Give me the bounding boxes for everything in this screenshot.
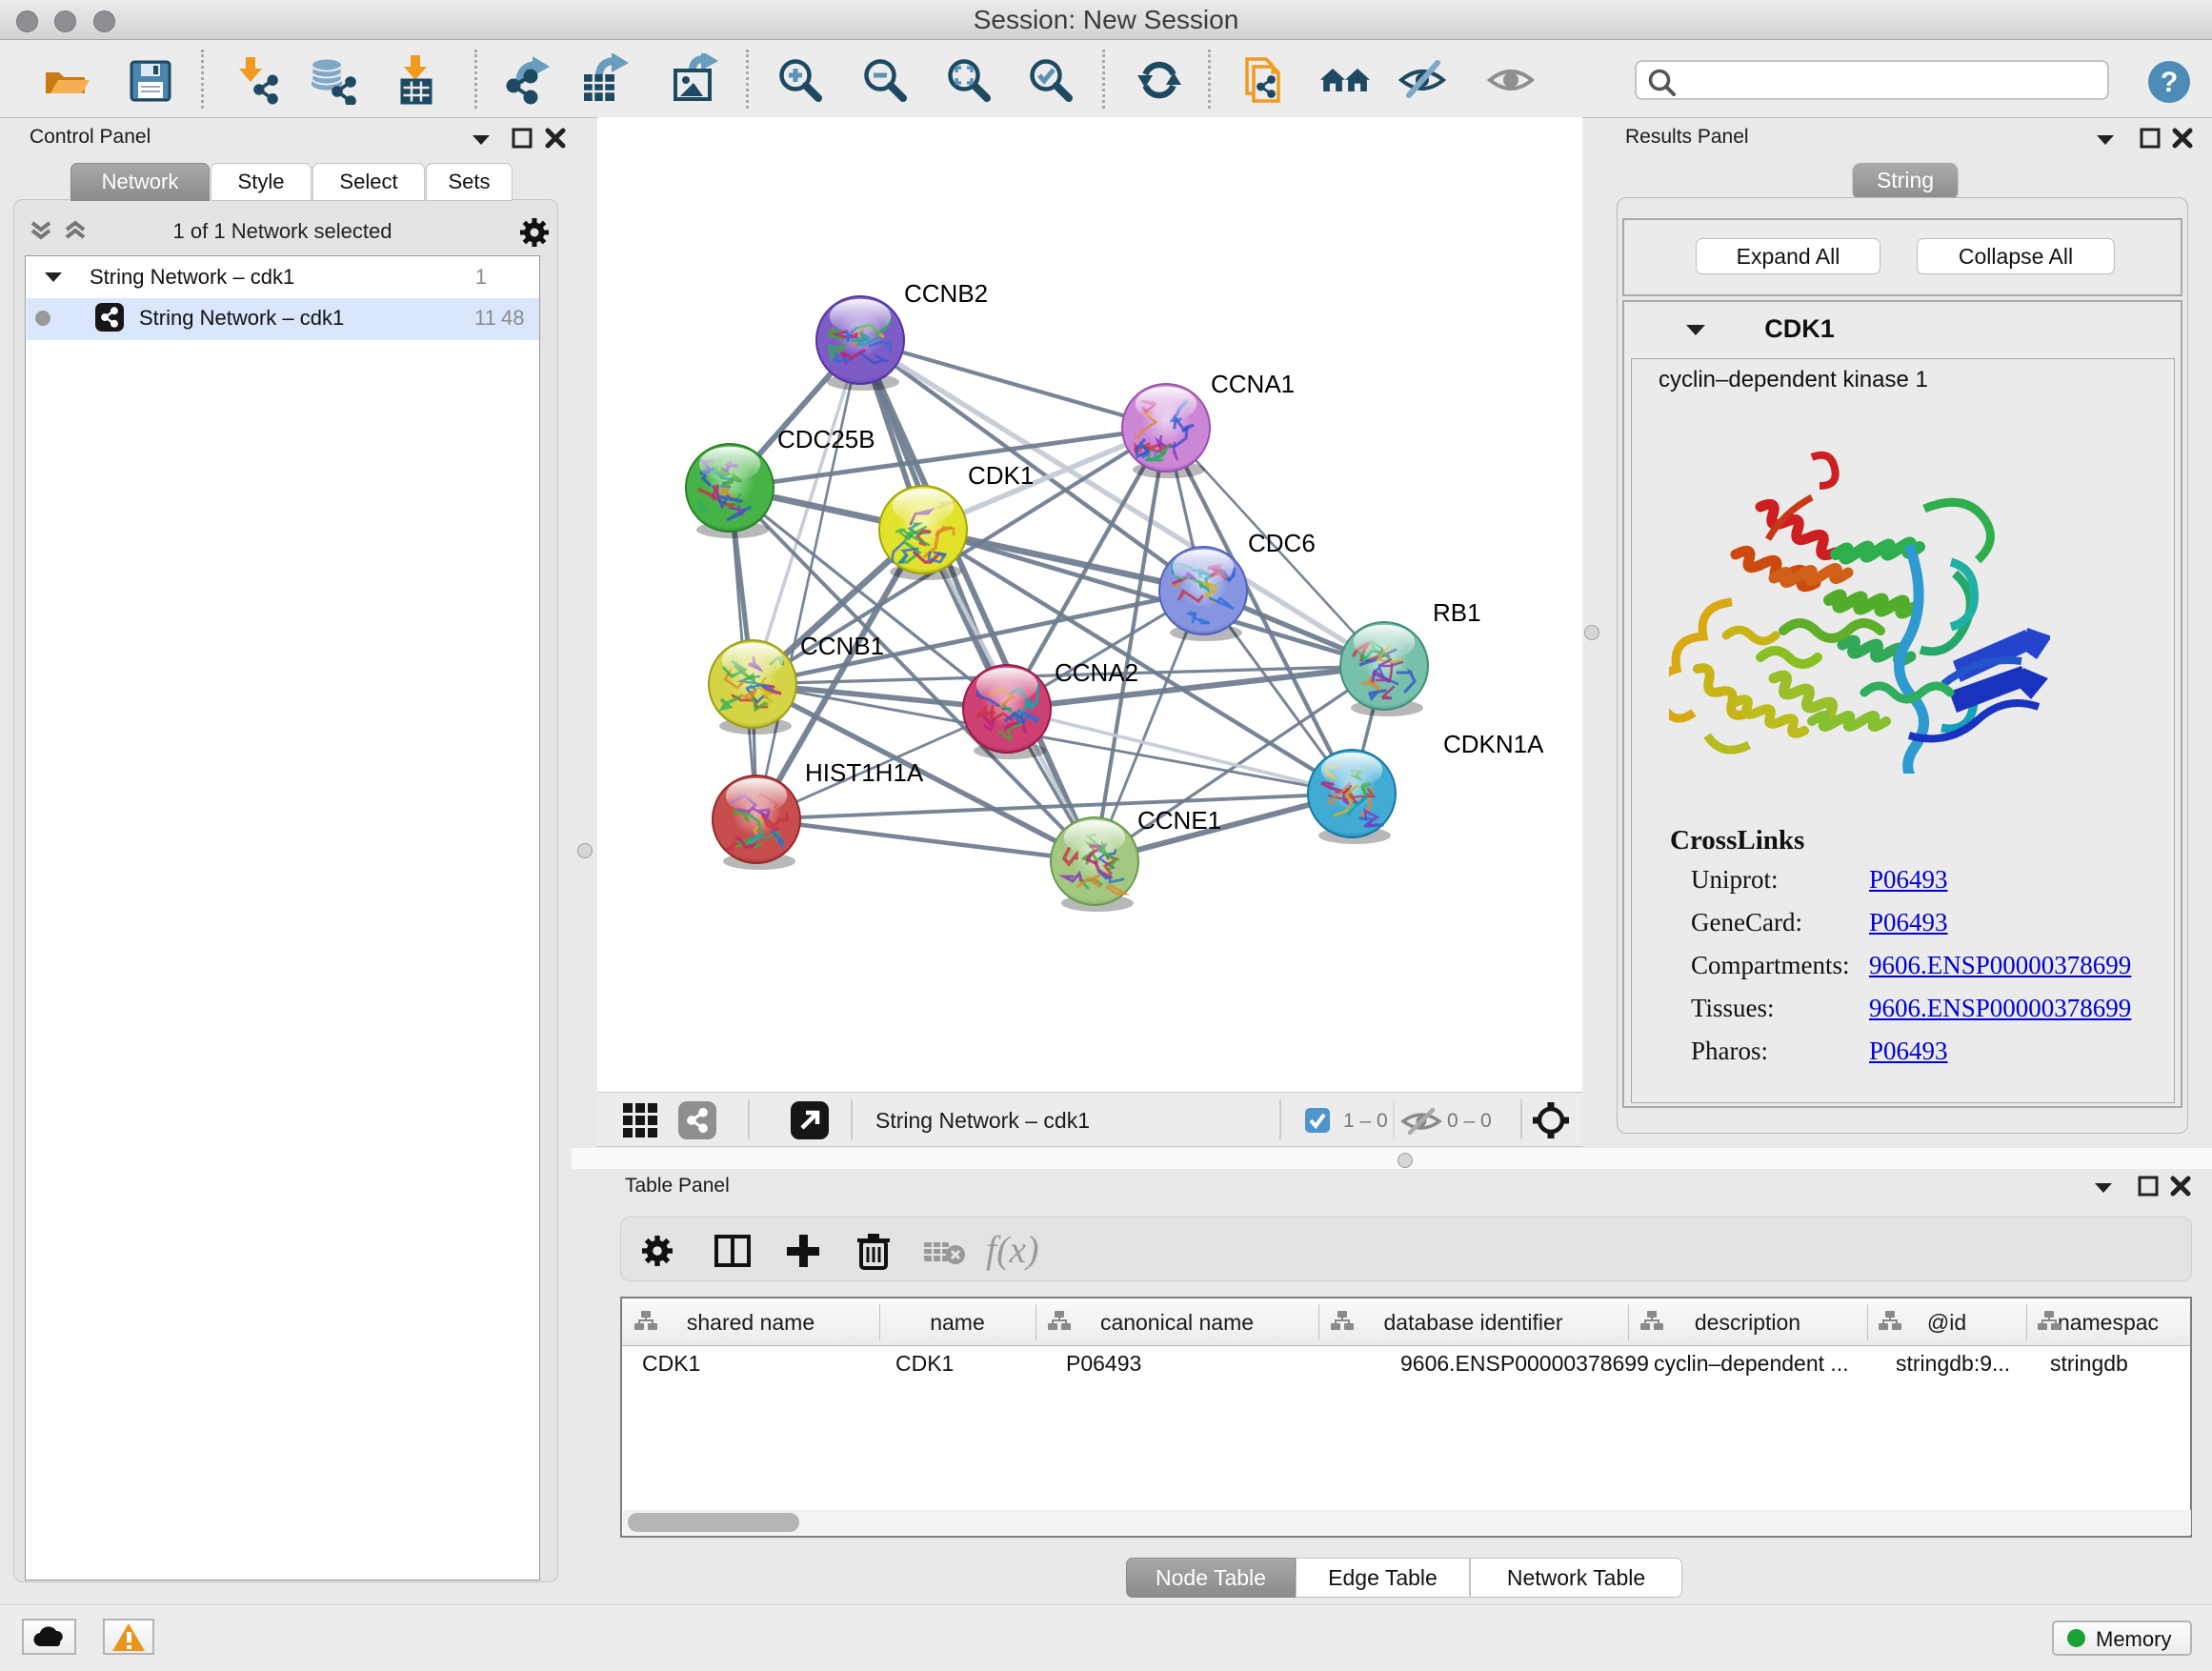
svg-text:?: ? (2161, 67, 2178, 98)
svg-text:CDKN1A: CDKN1A (1443, 730, 1544, 758)
svg-text:CCNB1: CCNB1 (800, 632, 884, 660)
svg-text:CDK1: CDK1 (968, 461, 1034, 490)
svg-text:CCNB2: CCNB2 (904, 279, 988, 308)
svg-text:CDC25B: CDC25B (777, 425, 875, 453)
svg-text:CDC6: CDC6 (1248, 529, 1316, 557)
svg-text:CCNE1: CCNE1 (1137, 806, 1221, 835)
svg-text:RB1: RB1 (1433, 598, 1481, 627)
svg-text:CCNA2: CCNA2 (1055, 658, 1138, 687)
svg-text:HIST1H1A: HIST1H1A (805, 758, 924, 787)
svg-text:CCNA1: CCNA1 (1211, 370, 1295, 398)
